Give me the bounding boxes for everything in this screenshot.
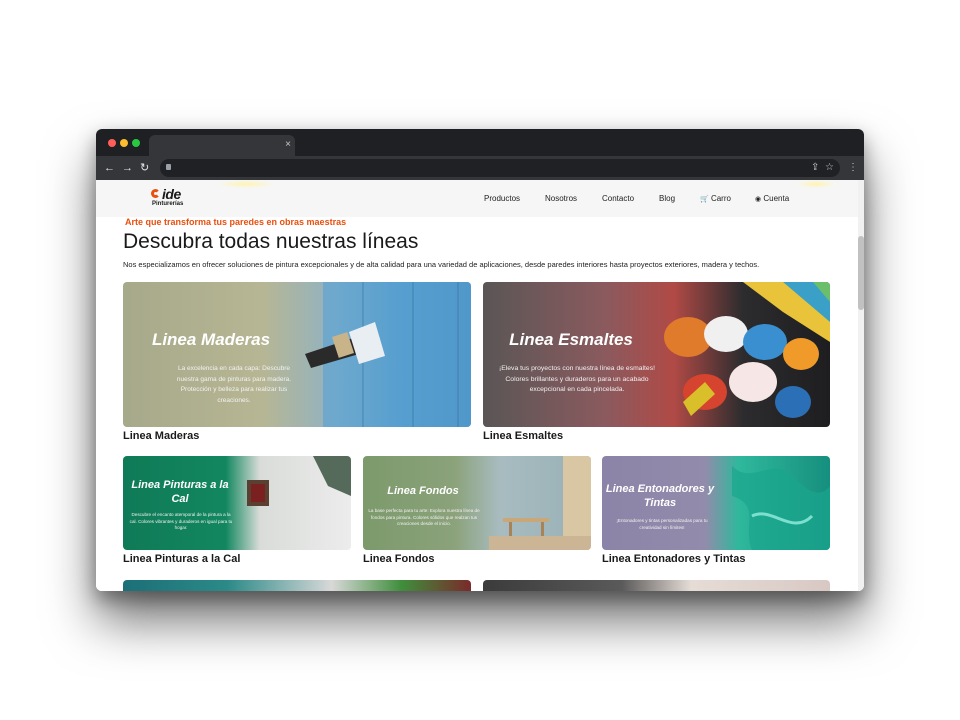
nav-cart-label: Carro — [710, 194, 731, 203]
nav-products[interactable]: Productos — [484, 194, 520, 203]
share-icon[interactable]: ⇪ — [811, 162, 819, 174]
forward-icon[interactable]: → — [122, 161, 133, 175]
address-bar[interactable]: ⇪ ☆ — [160, 159, 840, 177]
account-icon: ◉ — [755, 196, 762, 203]
page-title: Descubra todas nuestras líneas — [123, 230, 419, 253]
card-title: Linea Maderas — [151, 330, 271, 349]
card-caption[interactable]: Linea Esmaltes — [483, 430, 563, 442]
card-description: Descubre el encanto atemporal de la pint… — [129, 512, 233, 530]
browser-menu-icon[interactable]: ⋮ — [848, 162, 858, 174]
browser-tab[interactable]: × — [149, 135, 295, 156]
minimize-window-button[interactable] — [120, 139, 128, 147]
room-interior-graphic — [489, 456, 591, 550]
card-linea-maderas[interactable]: Linea Maderas La excelencia en cada capa… — [123, 282, 471, 427]
maximize-window-button[interactable] — [132, 139, 140, 147]
nav-account-label: Cuenta — [763, 194, 790, 203]
card-title: Linea Pinturas a la Cal — [131, 479, 229, 505]
lock-icon — [166, 164, 171, 170]
browser-toolbar: ← → ↻ ⇪ ☆ ⋮ — [96, 156, 864, 180]
logo-word: ide — [162, 186, 181, 202]
logo-subtitle: Pinturerías — [152, 201, 184, 207]
nav-contact[interactable]: Contacto — [602, 194, 634, 203]
page-intro: Nos especializamos en ofrecer soluciones… — [123, 260, 760, 269]
web-page: ide Pinturerías Productos Nosotros Conta… — [96, 180, 864, 591]
card-caption[interactable]: Linea Fondos — [363, 553, 435, 565]
card-linea-esmaltes[interactable]: Linea Esmaltes ¡Eleva tus proyectos con … — [483, 282, 830, 427]
card-title: Linea Entonadores y Tintas — [605, 483, 715, 509]
card-description: ¡Eleva tus proyectos con nuestra línea d… — [498, 365, 656, 393]
nav-cart[interactable]: 🛒 Carro — [700, 194, 731, 203]
site-header: ide Pinturerías Productos Nosotros Conta… — [96, 180, 858, 217]
card-description: ¡Entonadores y tintas personalizadas par… — [616, 518, 708, 530]
card-next-row-right[interactable] — [483, 580, 830, 591]
card-caption[interactable]: Linea Entonadores y Tintas — [602, 553, 745, 565]
nav-account[interactable]: ◉ Cuenta — [755, 194, 789, 203]
card-linea-entonadores[interactable]: Linea Entonadores y Tintas ¡Entonadores … — [602, 456, 830, 550]
page-scrollbar-thumb[interactable] — [858, 236, 864, 310]
logo-mark-icon — [151, 189, 160, 198]
cart-icon: 🛒 — [700, 196, 709, 203]
reload-icon[interactable]: ↻ — [140, 161, 149, 175]
nav-about[interactable]: Nosotros — [545, 194, 577, 203]
tab-close-icon[interactable]: × — [285, 139, 291, 151]
close-window-button[interactable] — [108, 139, 116, 147]
card-title: Linea Esmaltes — [509, 330, 633, 349]
browser-window: × ← → ↻ ⇪ ☆ ⋮ ide Pinturerías Productos … — [96, 129, 864, 591]
card-description: La base perfecta para tu arte: Explora n… — [368, 508, 480, 526]
card-description: La excelencia en cada capa: Descubre nue… — [176, 365, 292, 404]
back-icon[interactable]: ← — [104, 161, 115, 175]
card-next-row-left[interactable] — [123, 580, 471, 591]
paint-cans-graphic — [664, 282, 830, 418]
card-caption[interactable]: Linea Pinturas a la Cal — [123, 553, 240, 565]
card-linea-cal[interactable]: Linea Pinturas a la Cal Descubre el enca… — [123, 456, 351, 550]
card-linea-fondos[interactable]: Linea Fondos La base perfecta para tu ar… — [363, 456, 591, 550]
browser-titlebar: × — [96, 129, 864, 156]
header-glow — [796, 180, 836, 188]
bookmark-star-icon[interactable]: ☆ — [825, 162, 834, 174]
card-caption[interactable]: Linea Maderas — [123, 430, 199, 442]
nav-blog[interactable]: Blog — [659, 194, 675, 203]
site-slogan: Arte que transforma tus paredes en obras… — [125, 217, 347, 227]
card-title: Linea Fondos — [387, 485, 459, 497]
header-glow — [216, 180, 276, 188]
